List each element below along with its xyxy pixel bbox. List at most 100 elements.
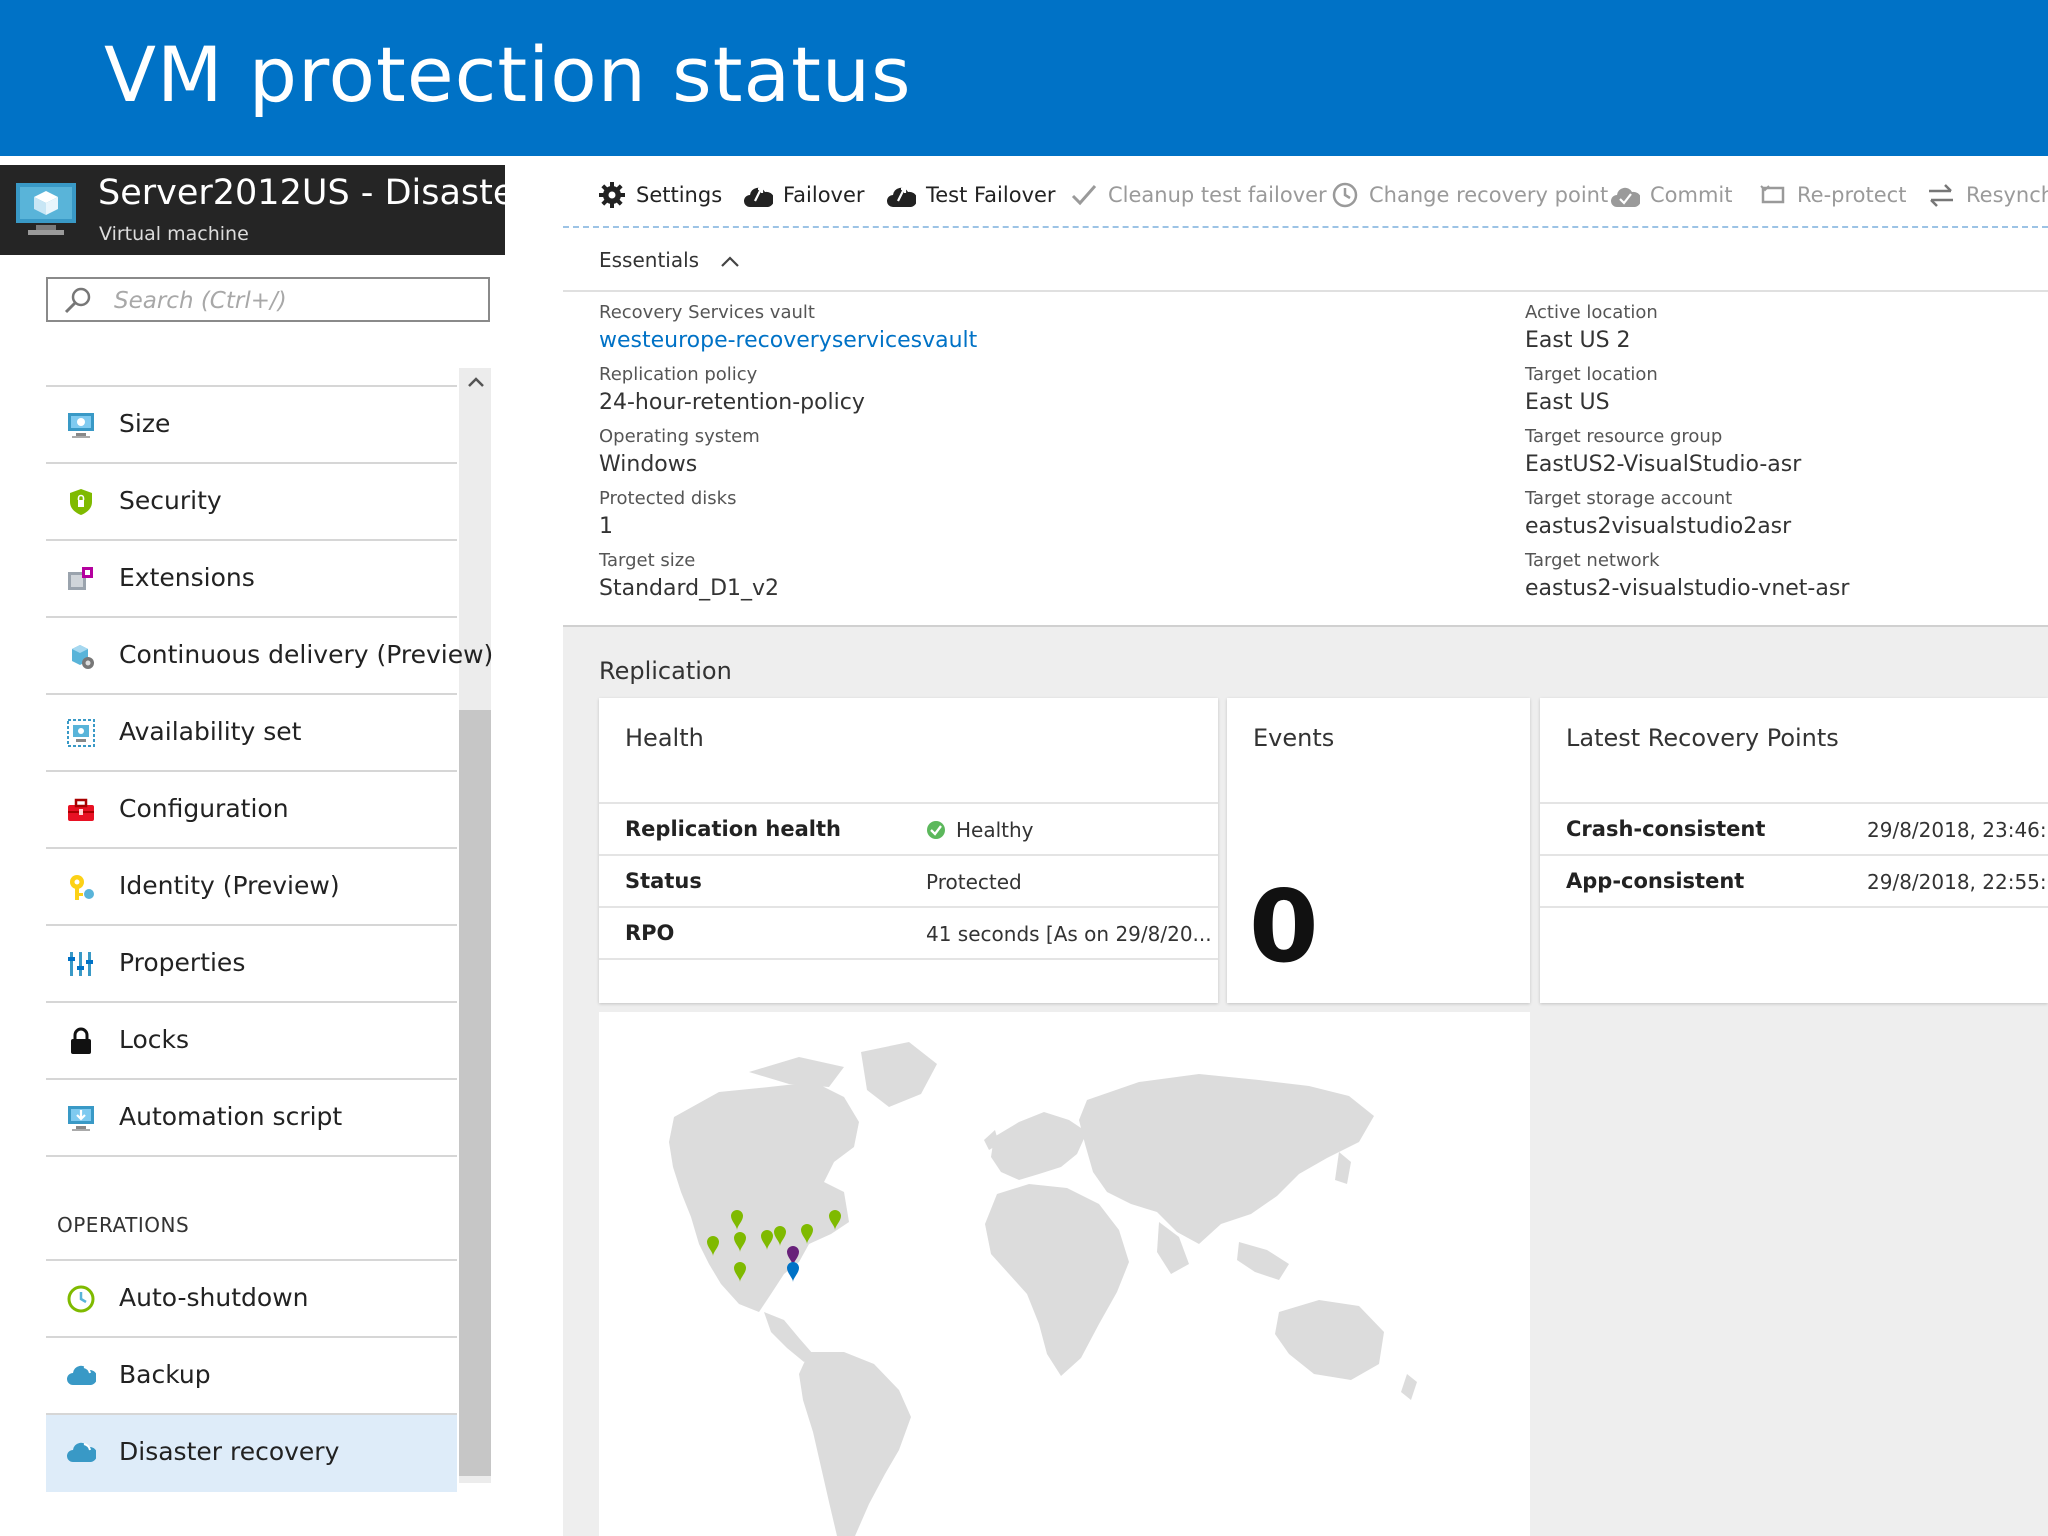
essentials-divider [563,290,2048,292]
commit-button[interactable]: Commit [1610,178,1733,212]
row-value: 29/8/2018, 22:55:09 [1867,870,2048,894]
failover-button[interactable]: Failover [743,178,865,212]
menu-item-configuration[interactable]: Configuration [46,772,457,849]
delivery-icon [72,645,94,669]
menu-item-security[interactable]: Security [46,464,457,541]
target-network-value: eastus2-visualstudio-vnet-asr [1525,576,1850,601]
checkmark-icon [1071,185,1097,206]
replication-map-tile[interactable] [599,1012,1530,1536]
resource-menu-search [46,277,490,322]
target-location-label: Target location [1525,364,1658,385]
target-size-value: Standard_D1_v2 [599,576,780,601]
test-failover-button[interactable]: Test Failover [886,178,1056,212]
menu-item-label: Disaster recovery [119,1437,340,1466]
active-location-label: Active location [1525,302,1658,323]
row-spacer [599,958,1218,1003]
healthy-check-icon [927,821,945,839]
target-region-pin-icon [787,1262,799,1282]
menu-item-availability-set[interactable]: Availability set [46,695,457,772]
cleanup-test-failover-button[interactable]: Cleanup test failover [1070,178,1327,212]
events-tile-title: Events [1253,724,1335,752]
menu-item-automation-script[interactable]: Automation script [46,1080,457,1157]
menu-item-identity[interactable]: Identity (Preview) [46,849,457,926]
menu-item-properties[interactable]: Properties [46,926,457,1003]
protected-disks-value: 1 [599,514,613,539]
reprotect-icon [1760,185,1785,204]
menu-item-size[interactable]: Size [46,387,457,464]
settings-button[interactable]: Settings [598,178,722,212]
health-tile[interactable]: Health Replication health Healthy Status… [599,698,1218,1003]
search-input[interactable] [112,285,476,317]
essentials-left-column: Recovery Services vault westeurope-recov… [599,300,977,610]
healthy-text: Healthy [956,818,1034,842]
test-failover-icon [887,187,916,207]
menu-item-continuous-delivery[interactable]: Continuous delivery (Preview) [46,618,493,695]
clock-icon [67,1285,95,1313]
app-consistent-row: App-consistent 29/8/2018, 22:55:09 [1540,854,2048,906]
backup-cloud-icon [67,1365,96,1385]
change-recovery-point-button[interactable]: Change recovery point [1331,178,1608,212]
operating-system-value: Windows [599,452,698,477]
scroll-up-chevron-icon[interactable] [467,375,485,389]
target-storage-account-value: eastus2visualstudio2asr [1525,514,1792,539]
vault-link[interactable]: westeurope-recoveryservicesvault [599,326,977,362]
world-map [669,1042,1417,1536]
recovery-points-tile[interactable]: Latest Recovery Points Crash-consistent … [1540,698,2048,1003]
menu-item-label: Availability set [119,717,302,746]
change-recovery-label: Change recovery point [1369,183,1609,207]
resync-label: Resynchr [1966,183,2048,207]
menu-scrollbar-thumb[interactable] [459,710,491,1476]
menu-item-label: Identity (Preview) [119,871,340,900]
row-value: 41 seconds [As on 29/8/20... [926,922,1212,946]
blade-header: Server2012US - Disaster re Virtual machi… [0,165,505,255]
menu-item-label: Extensions [119,563,255,592]
menu-item-auto-shutdown[interactable]: Auto-shutdown [46,1259,457,1338]
operating-system-label: Operating system [599,426,760,447]
row-key: App-consistent [1566,869,1745,893]
events-tile[interactable]: Events 0 [1227,698,1530,1003]
menu-item-label: Automation script [119,1102,343,1131]
menu-item-extensions[interactable]: Extensions [46,541,457,618]
target-size-label: Target size [599,550,696,571]
test-failover-label: Test Failover [926,183,1056,207]
gear-icon [599,182,625,208]
chevron-up-icon [721,255,740,267]
disaster-recovery-icon [67,1442,96,1462]
target-resource-group-label: Target resource group [1525,426,1723,447]
menu-item-label: Continuous delivery (Preview) [119,640,494,669]
replication-policy-value: 24-hour-retention-policy [599,390,865,415]
essentials-toggle[interactable]: Essentials [599,248,741,272]
menu-item-label: Auto-shutdown [119,1283,309,1312]
toolbox-icon [68,798,94,821]
reprotect-button[interactable]: Re-protect [1759,178,1906,212]
menu-item-locks[interactable]: Locks [46,1003,457,1080]
replication-policy-label: Replication policy [599,364,758,385]
resynchronize-button[interactable]: Resynchr [1926,178,2048,212]
replication-section-title: Replication [599,657,732,685]
row-value: 29/8/2018, 23:46:59 [1867,818,2048,842]
properties-icon [68,952,93,976]
row-key: Status [625,869,702,893]
vault-label: Recovery Services vault [599,302,815,323]
menu-item-label: Security [119,486,222,515]
history-clock-icon [1332,182,1358,208]
extensions-icon [68,567,93,590]
events-count: 0 [1249,868,1319,985]
menu-item-label: Locks [119,1025,190,1054]
menu-item-label: Size [119,409,171,438]
commit-label: Commit [1650,183,1733,207]
continents [669,1042,1417,1536]
target-location-value: East US [1525,390,1610,415]
protected-disks-label: Protected disks [599,488,737,509]
replication-health-row: Replication health Healthy [599,802,1218,854]
settings-label: Settings [636,183,723,207]
key-icon [70,875,94,900]
vm-name: Server2012US - Disaster re [98,173,505,213]
command-bar: Settings Failover Test Failover Cleanup … [563,160,2048,228]
menu-item-disaster-recovery[interactable]: Disaster recovery [46,1415,457,1492]
rpo-row: RPO 41 seconds [As on 29/8/20... [599,906,1218,958]
menu-item-backup[interactable]: Backup [46,1338,457,1415]
recovery-points-tile-title: Latest Recovery Points [1566,724,1839,752]
status-row: Status Protected [599,854,1218,906]
search-icon [64,287,91,314]
